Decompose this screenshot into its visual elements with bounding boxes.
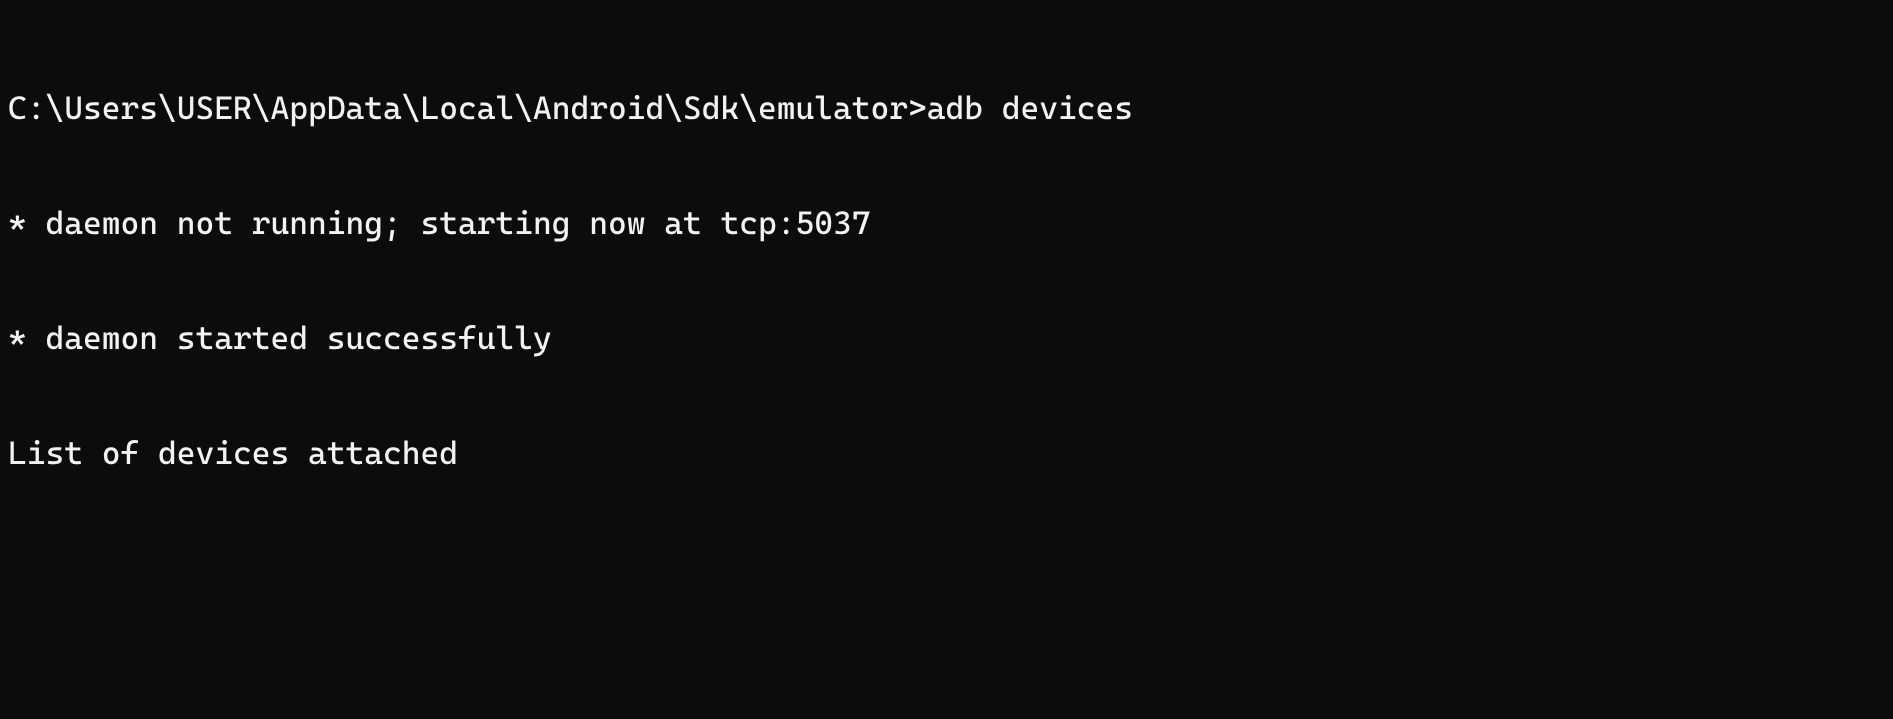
typed-command: adb devices (927, 89, 1133, 127)
terminal-window[interactable]: C:\Users\USER\AppData\Local\Android\Sdk\… (8, 12, 1885, 511)
prompt-path: C:\Users\USER\AppData\Local\Android\Sdk\… (8, 89, 927, 127)
command-line: C:\Users\USER\AppData\Local\Android\Sdk\… (8, 89, 1885, 127)
output-line: List of devices attached (8, 434, 1885, 472)
output-line: * daemon started successfully (8, 319, 1885, 357)
output-line: * daemon not running; starting now at tc… (8, 204, 1885, 242)
